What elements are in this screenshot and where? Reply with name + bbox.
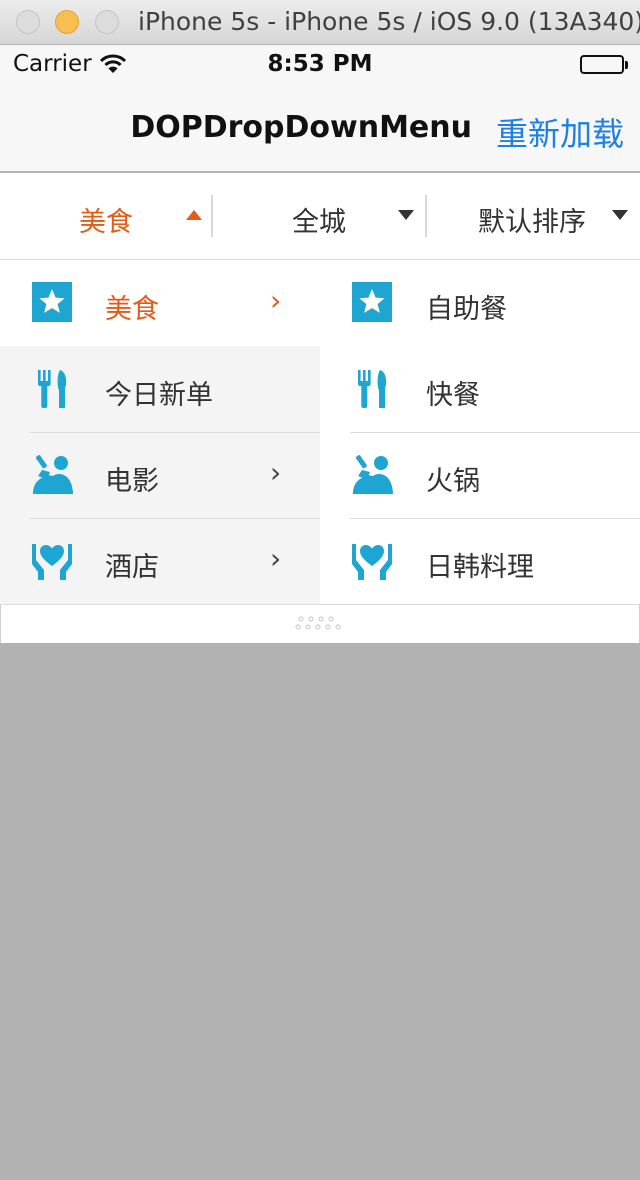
row-divider — [350, 518, 640, 519]
dropdown-menu-bar: 美食 全城 默认排序 — [0, 173, 640, 260]
tab-label: 全城 — [292, 207, 346, 238]
subcategory-item-buffet[interactable]: 自助餐 — [320, 260, 640, 346]
category-list: 美食 › 今日新单 电影 › 酒店 › — [0, 260, 320, 604]
triangle-up-icon — [186, 210, 202, 220]
category-item-food[interactable]: 美食 › — [0, 260, 320, 346]
chevron-right-icon: › — [270, 284, 282, 317]
tab-sort[interactable]: 默认排序 — [427, 173, 640, 259]
category-item-hotel[interactable]: 酒店 › — [0, 518, 320, 604]
drag-handle[interactable] — [0, 604, 640, 643]
device-screen: Carrier 8:53 PM DOPDropDownMenu 重新加载 美食 … — [0, 45, 640, 1180]
fork-knife-icon — [350, 366, 394, 410]
chevron-right-icon: › — [270, 456, 282, 489]
category-label: 酒店 — [105, 552, 159, 583]
reload-button[interactable]: 重新加载 — [496, 109, 624, 155]
minimize-window-button[interactable] — [55, 10, 79, 34]
status-time: 8:53 PM — [267, 51, 373, 77]
grip-dots-icon — [295, 616, 341, 630]
category-label: 今日新单 — [105, 380, 213, 411]
battery-icon — [580, 55, 624, 74]
simulator-title-bar: iPhone 5s - iPhone 5s / iOS 9.0 (13A340) — [0, 0, 640, 45]
fork-knife-icon — [30, 366, 74, 410]
drinking-person-icon — [30, 452, 74, 496]
category-label: 美食 — [105, 294, 159, 325]
battery-tip — [625, 61, 628, 69]
zoom-window-button[interactable] — [95, 10, 119, 34]
subcategory-item-japanese-korean[interactable]: 日韩料理 — [320, 518, 640, 604]
chevron-right-icon: › — [270, 542, 282, 575]
nav-title: DOPDropDownMenu — [130, 110, 472, 145]
status-bar: Carrier 8:53 PM — [0, 45, 640, 85]
star-icon — [30, 280, 74, 324]
tab-label: 默认排序 — [478, 207, 586, 238]
subcategory-item-hotpot[interactable]: 火锅 — [320, 432, 640, 518]
triangle-down-icon — [612, 210, 628, 220]
subcategory-label: 火锅 — [426, 466, 480, 497]
category-label: 电影 — [105, 466, 159, 497]
subcategory-label: 快餐 — [426, 380, 480, 411]
dimmed-overlay[interactable] — [0, 643, 640, 1180]
dropdown-panel: 美食 › 今日新单 电影 › 酒店 › 自助餐 快餐 火锅 日韩料理 — [0, 260, 640, 604]
tab-city[interactable]: 全城 — [213, 173, 425, 259]
hands-heart-icon — [30, 538, 74, 582]
navigation-bar: DOPDropDownMenu 重新加载 — [0, 85, 640, 172]
close-window-button[interactable] — [16, 10, 40, 34]
tab-food[interactable]: 美食 — [0, 173, 212, 259]
category-item-new-today[interactable]: 今日新单 — [0, 346, 320, 432]
window-title: iPhone 5s - iPhone 5s / iOS 9.0 (13A340) — [138, 7, 640, 36]
triangle-down-icon — [398, 210, 414, 220]
tab-label: 美食 — [79, 207, 133, 238]
row-divider — [350, 432, 640, 433]
hands-heart-icon — [350, 538, 394, 582]
subcategory-label: 日韩料理 — [426, 552, 534, 583]
subcategory-label: 自助餐 — [426, 294, 507, 325]
category-item-movie[interactable]: 电影 › — [0, 432, 320, 518]
drinking-person-icon — [350, 452, 394, 496]
subcategory-item-fast-food[interactable]: 快餐 — [320, 346, 640, 432]
star-icon — [350, 280, 394, 324]
